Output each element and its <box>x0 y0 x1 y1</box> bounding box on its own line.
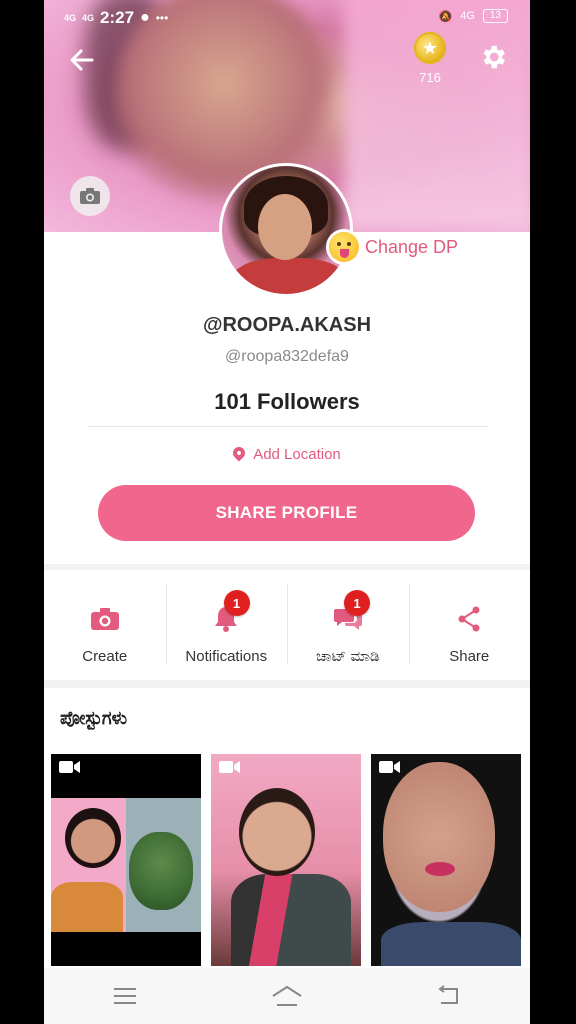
divider <box>88 426 488 427</box>
chat-label: ಚಾಟ್ ಮಾಡಿ <box>316 648 380 665</box>
posts-section: ಪೋಸ್ಟುಗಳು <box>44 688 530 970</box>
tongue-emoji-icon <box>329 232 359 262</box>
menu-icon[interactable] <box>95 976 155 1016</box>
post-thumbnail[interactable] <box>211 754 361 966</box>
camera-icon <box>88 604 122 634</box>
home-icon[interactable] <box>257 976 317 1016</box>
chat-badge: 1 <box>344 590 370 616</box>
action-row: Create 1 Notifications 1 ಚಾಟ್ ಮಾಡಿ Share <box>44 570 530 680</box>
change-dp-button[interactable]: Change DP <box>329 232 458 262</box>
posts-title: ಪೋಸ್ಟುಗಳು <box>60 708 128 728</box>
coin-count: 716 <box>419 70 441 85</box>
signal-icon: 4G <box>64 12 77 23</box>
share-button[interactable]: Share <box>408 570 531 680</box>
video-icon <box>219 761 240 773</box>
video-icon <box>379 761 400 773</box>
message-icon: ● <box>140 9 150 26</box>
create-button[interactable]: Create <box>44 570 166 680</box>
back-arrow-icon[interactable] <box>66 44 98 76</box>
add-location-link[interactable]: Add Location <box>44 444 530 463</box>
notifications-button[interactable]: 1 Notifications <box>165 570 288 680</box>
share-profile-button[interactable]: SHARE PROFILE <box>98 485 475 541</box>
profile-avatar[interactable] <box>219 163 353 297</box>
status-bar: 4G 4G 2:27 ● ••• 🔕 4G 13 <box>44 0 530 36</box>
profile-username: @ROOPA.AKASH <box>202 314 372 336</box>
profile-screen: 4G 4G 2:27 ● ••• 🔕 4G 13 ★ 716 Change DP… <box>44 0 530 1024</box>
more-dots-icon: ••• <box>155 11 169 25</box>
post-thumbnail[interactable] <box>51 754 201 966</box>
mute-icon: 🔕 <box>438 10 453 23</box>
create-label: Create <box>82 648 128 665</box>
network-label: 4G <box>460 10 475 22</box>
back-icon[interactable] <box>419 976 479 1016</box>
signal-icon-2: 4G <box>82 12 95 23</box>
share-label: Share <box>449 648 490 665</box>
video-icon <box>59 761 80 773</box>
location-pin-icon <box>230 444 248 461</box>
system-nav-bar <box>44 968 530 1024</box>
notifications-label: Notifications <box>185 648 268 665</box>
coin-icon[interactable]: ★ <box>414 32 446 64</box>
profile-handle: @roopa832defa9 <box>225 348 349 365</box>
settings-gear-icon[interactable] <box>476 42 510 76</box>
status-time: 2:27 <box>100 8 135 27</box>
cover-camera-button[interactable] <box>70 176 110 216</box>
add-location-label: Add Location <box>253 446 341 463</box>
post-thumbnail[interactable] <box>371 754 521 966</box>
camera-icon <box>80 188 100 204</box>
chat-button[interactable]: 1 ಚಾಟ್ ಮಾಡಿ <box>287 570 409 680</box>
battery-icon: 13 <box>482 9 508 23</box>
followers-count[interactable]: 101 Followers <box>44 389 530 415</box>
notifications-badge: 1 <box>223 590 250 616</box>
change-dp-label: Change DP <box>365 236 459 257</box>
share-icon <box>452 604 486 634</box>
